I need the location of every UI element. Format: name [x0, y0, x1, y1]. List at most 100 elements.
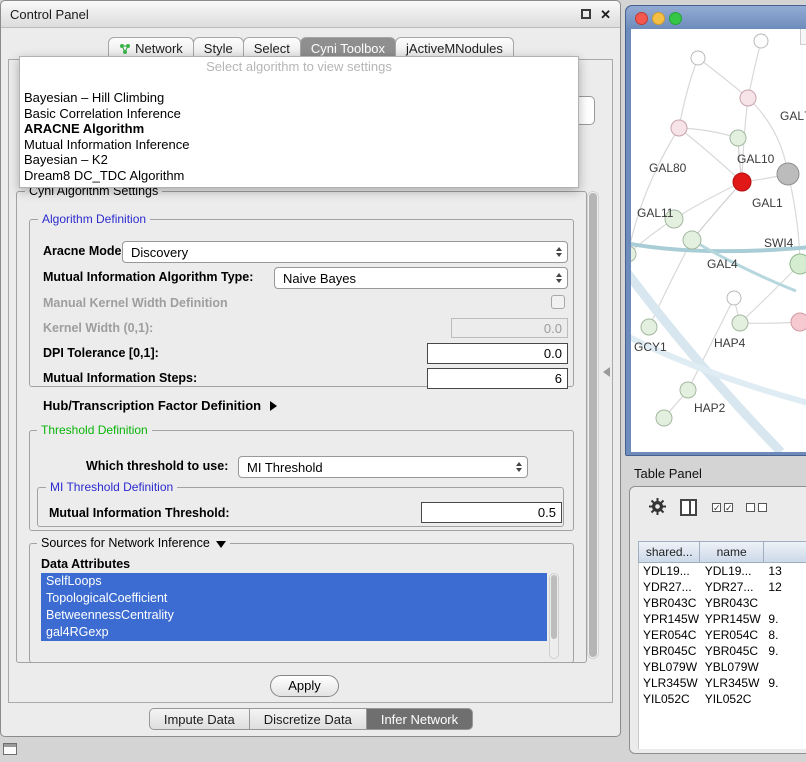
network-node[interactable] [727, 291, 741, 305]
table-row[interactable]: YDL19...YDL19...13 [639, 563, 806, 579]
network-scrollbar[interactable] [800, 29, 806, 45]
network-node-swi4[interactable] [790, 254, 806, 274]
aracne-mode-select[interactable]: Discovery [122, 241, 568, 263]
sources-title: Sources for Network Inference [41, 536, 210, 550]
network-node-hap2[interactable] [680, 382, 696, 398]
checked-box-icon: ✓ [724, 503, 733, 512]
column-header-name[interactable]: name [700, 542, 763, 562]
hub-definition-label: Hub/Transcription Factor Definition [43, 398, 261, 413]
dropdown-item-bayesian-k2[interactable]: Bayesian – K2 [20, 152, 578, 168]
mi-type-label: Mutual Information Algorithm Type: [43, 270, 253, 284]
hub-definition-toggle[interactable]: Hub/Transcription Factor Definition [43, 398, 277, 413]
attribute-item-topologicalcoefficient[interactable]: TopologicalCoefficient [41, 590, 547, 607]
network-node[interactable] [671, 120, 687, 136]
deselect-all-icon[interactable] [746, 503, 767, 512]
mi-type-select[interactable]: Naive Bayes [274, 267, 568, 289]
attribute-item-gal4rgexp[interactable]: gal4RGexp [41, 624, 547, 641]
table-row[interactable]: YDR27...YDR27...12 [639, 579, 806, 595]
kernel-width-label: Kernel Width (0,1): [43, 321, 153, 335]
network-node-gal4[interactable] [683, 231, 701, 249]
table-row[interactable]: YIL052CYIL052C [639, 691, 806, 707]
settings-scrollbar[interactable] [587, 191, 599, 659]
network-node[interactable] [754, 34, 768, 48]
columns-icon[interactable] [680, 499, 697, 516]
table-row[interactable]: YER054CYER054C8. [639, 627, 806, 643]
node-label: GAL80 [649, 161, 687, 175]
dropdown-item-bayesian-hill[interactable]: Bayesian – Hill Climbing [20, 90, 578, 106]
network-node-selected-red[interactable] [733, 173, 751, 191]
mi-steps-field[interactable]: 6 [427, 368, 568, 389]
tab-discretize-data[interactable]: Discretize Data [249, 708, 367, 730]
network-view-window[interactable]: GAL80 GAL11 GAL10 GAL1 SWI4 GAL4 GCY1 HA… [625, 5, 806, 456]
node-table: shared... name YDL19...YDL19...13 YDR27.… [638, 541, 806, 749]
mi-threshold-group-title: MI Threshold Definition [46, 480, 177, 494]
apply-button[interactable]: Apply [270, 675, 339, 697]
node-label: HAP4 [714, 336, 746, 350]
column-header-shared-name[interactable]: shared... [639, 542, 700, 562]
mi-threshold-field[interactable]: 0.5 [421, 502, 562, 523]
control-panel-titlebar[interactable]: Control Panel ✕ [1, 1, 620, 28]
tab-label: Select [254, 41, 290, 56]
mi-type-value: Naive Bayes [283, 271, 356, 286]
network-node-hap4[interactable] [732, 315, 748, 331]
aracne-mode-label: Aracne Mode: [43, 244, 126, 258]
network-graph: GAL80 GAL11 GAL10 GAL1 SWI4 GAL4 GCY1 HA… [631, 29, 806, 452]
mi-threshold-label: Mutual Information Threshold: [49, 506, 230, 520]
dropdown-item-mutual-information[interactable]: Mutual Information Inference [20, 137, 578, 153]
node-label: GAL7 [780, 109, 806, 123]
tab-label: Style [204, 41, 233, 56]
unchecked-box-icon [758, 503, 767, 512]
network-node[interactable] [656, 410, 672, 426]
manual-kernel-checkbox[interactable] [551, 295, 565, 309]
dropdown-item-dream8[interactable]: Dream8 DC_TDC Algorithm [20, 168, 578, 184]
close-window-icon[interactable]: ✕ [600, 8, 611, 21]
panel-divider-arrow[interactable] [603, 367, 610, 377]
attribute-list: SelfLoops TopologicalCoefficient Between… [41, 573, 547, 641]
network-node-gal10[interactable] [730, 130, 746, 146]
dpi-tolerance-field[interactable]: 0.0 [427, 343, 568, 364]
network-node-gcy1[interactable] [641, 319, 657, 335]
network-node[interactable] [740, 90, 756, 106]
sources-toggle[interactable]: Sources for Network Inference [37, 536, 230, 550]
table-row[interactable]: YBR045CYBR045C9. [639, 643, 806, 659]
network-tab-icon [119, 43, 131, 55]
network-node[interactable] [791, 313, 806, 331]
kernel-width-field[interactable]: 0.0 [451, 318, 568, 338]
network-canvas[interactable]: GAL80 GAL11 GAL10 GAL1 SWI4 GAL4 GCY1 HA… [631, 29, 806, 452]
combo-arrows-icon [556, 247, 562, 257]
attribute-list-scrollbar[interactable] [549, 573, 559, 659]
table-row[interactable]: YLR345WYLR345W9. [639, 675, 806, 691]
attribute-item-selfloops[interactable]: SelfLoops [41, 573, 547, 590]
column-header-clipped[interactable] [764, 542, 806, 562]
dropdown-item-basic-correlation[interactable]: Basic Correlation Inference [20, 106, 578, 122]
minimized-panel-icon[interactable] [3, 743, 17, 755]
algorithm-dropdown-popup: Select algorithm to view settings Bayesi… [19, 56, 579, 188]
unchecked-box-icon [746, 503, 755, 512]
table-row[interactable]: YBL079WYBL079W [639, 659, 806, 675]
close-button[interactable] [635, 12, 648, 25]
minimize-button[interactable] [652, 12, 665, 25]
node-label: GAL4 [707, 257, 738, 271]
which-threshold-value: MI Threshold [247, 460, 323, 475]
tab-impute-data[interactable]: Impute Data [149, 708, 250, 730]
cyni-mode-tabs: Impute Data Discretize Data Infer Networ… [1, 708, 620, 730]
network-node[interactable] [691, 51, 705, 65]
network-node-gal1[interactable] [777, 163, 799, 185]
tab-label: jActiveMNodules [406, 41, 503, 56]
attribute-item-betweennesscentrality[interactable]: BetweennessCentrality [41, 607, 547, 624]
zoom-button[interactable] [669, 12, 682, 25]
table-panel-title: Table Panel [634, 466, 702, 481]
mi-steps-label: Mutual Information Steps: [43, 371, 197, 385]
node-label: GAL10 [737, 152, 775, 166]
gear-icon[interactable] [648, 497, 667, 521]
network-window-titlebar[interactable] [626, 6, 806, 29]
select-all-icon[interactable]: ✓ ✓ [712, 503, 733, 512]
dropdown-item-aracne[interactable]: ARACNE Algorithm [20, 121, 578, 137]
table-row[interactable]: YBR043CYBR043C [639, 595, 806, 611]
table-toolbar: ✓ ✓ [630, 487, 806, 535]
which-threshold-select[interactable]: MI Threshold [238, 456, 528, 478]
float-window-icon[interactable] [581, 9, 591, 19]
table-row[interactable]: YPR145WYPR145W9. [639, 611, 806, 627]
algorithm-definition-title: Algorithm Definition [38, 212, 150, 226]
tab-infer-network[interactable]: Infer Network [366, 708, 473, 730]
